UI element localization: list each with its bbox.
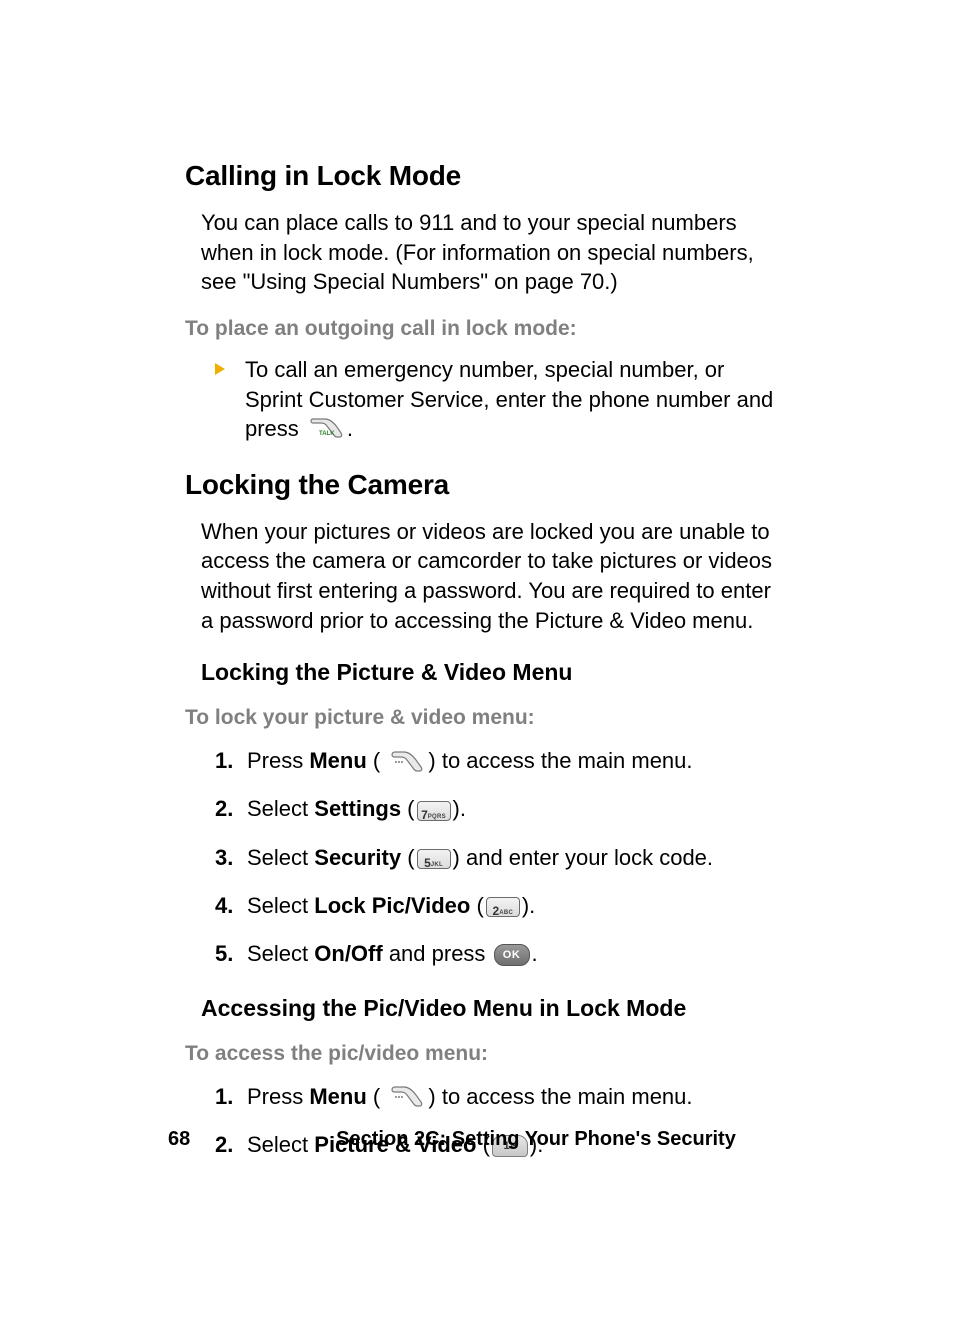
subheading-access-picvid: Accessing the Pic/Video Menu in Lock Mod…: [185, 995, 784, 1022]
five-key-icon: 5JKL: [417, 849, 451, 869]
step-1: Press Menu ( ) to access the main menu.: [215, 744, 784, 778]
paragraph-calling-lock: You can place calls to 911 and to your s…: [185, 208, 784, 297]
page-footer: 68 Section 2C: Setting Your Phone's Secu…: [0, 1128, 954, 1151]
text: Select: [247, 796, 314, 821]
step-1: Press Menu ( ) to access the main menu.: [215, 1080, 784, 1114]
instruction-lead-outgoing: To place an outgoing call in lock mode:: [185, 317, 784, 341]
bold-lockpicvid: Lock Pic/Video: [314, 893, 470, 918]
bold-security: Security: [314, 845, 401, 870]
text: (: [401, 845, 414, 870]
instruction-lead-lock-picvid: To lock your picture & video menu:: [185, 706, 784, 730]
step-4: Select Lock Pic/Video (2ABC).: [215, 889, 784, 923]
step-2: Select Settings (7PQRS).: [215, 792, 784, 826]
text: ).: [453, 796, 466, 821]
text: Select: [247, 941, 314, 966]
two-key-icon: 2ABC: [486, 897, 520, 917]
subheading-lock-pic-video: Locking the Picture & Video Menu: [185, 659, 784, 686]
bullet-item-emergency: To call an emergency number, special num…: [215, 355, 784, 445]
talk-label: TALK: [319, 431, 335, 437]
manual-page: Calling in Lock Mode You can place calls…: [0, 0, 954, 1323]
text: and press: [383, 941, 492, 966]
bold-settings: Settings: [314, 796, 401, 821]
text: (: [470, 893, 483, 918]
text: ) and enter your lock code.: [453, 845, 713, 870]
menu-phone-icon: [388, 1084, 426, 1112]
seven-key-icon: 7PQRS: [417, 801, 451, 821]
text: (: [401, 796, 414, 821]
text: ).: [522, 893, 535, 918]
paragraph-locking-camera: When your pictures or videos are locked …: [185, 517, 784, 636]
text: ) to access the main menu.: [428, 1084, 692, 1109]
heading-calling-lock-mode: Calling in Lock Mode: [185, 160, 784, 192]
bold-menu: Menu: [309, 748, 366, 773]
bullet-text-after: .: [347, 416, 353, 441]
step-5: Select On/Off and press OK.: [215, 937, 784, 971]
section-label: Section 2C: Setting Your Phone's Securit…: [288, 1128, 784, 1151]
page-number: 68: [168, 1128, 190, 1151]
bold-menu: Menu: [309, 1084, 366, 1109]
text: Press: [247, 1084, 309, 1109]
steps-lock-picvid: Press Menu ( ) to access the main menu. …: [185, 744, 784, 970]
step-3: Select Security (5JKL) and enter your lo…: [215, 841, 784, 875]
bullet-list-outgoing: To call an emergency number, special num…: [185, 355, 784, 445]
bold-onoff: On/Off: [314, 941, 382, 966]
text: Press: [247, 748, 309, 773]
text: (: [367, 1084, 380, 1109]
text: Select: [247, 845, 314, 870]
talk-key-icon: TALK: [307, 417, 345, 445]
text: .: [532, 941, 538, 966]
heading-locking-camera: Locking the Camera: [185, 469, 784, 501]
instruction-lead-access-picvid: To access the pic/video menu:: [185, 1042, 784, 1066]
text: (: [367, 748, 380, 773]
menu-phone-icon: [388, 749, 426, 777]
ok-key-icon: OK: [494, 944, 530, 966]
text: ) to access the main menu.: [428, 748, 692, 773]
text: Select: [247, 893, 314, 918]
